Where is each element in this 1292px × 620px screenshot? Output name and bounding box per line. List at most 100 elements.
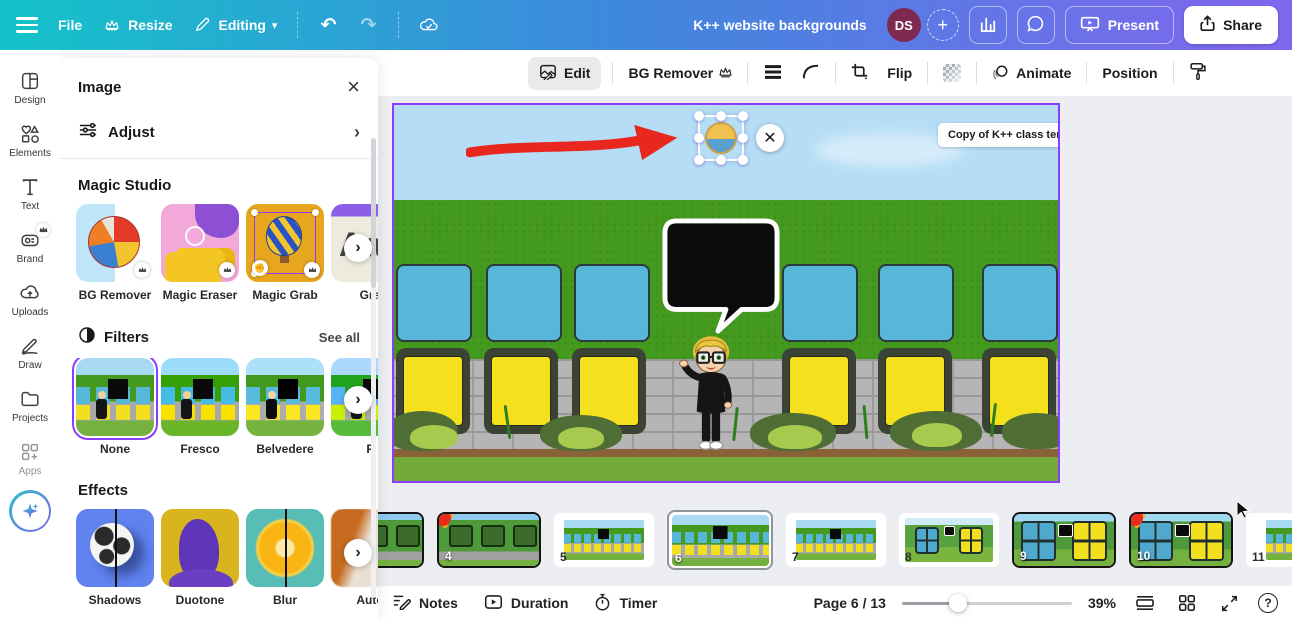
crown-icon [36,223,50,237]
blue-board[interactable] [486,264,562,342]
dither-effect-button[interactable] [939,58,965,88]
page-thumbnail-11[interactable]: 11 [1246,513,1292,567]
blue-board[interactable] [574,264,650,342]
scroll-right-button[interactable]: › [344,234,372,262]
redo-button[interactable]: ↷ [358,15,378,35]
sidebar-item-elements[interactable]: Elements [2,115,58,168]
canvas-page[interactable]: ✕ Copy of K++ class templa [392,103,1060,483]
zoom-level[interactable]: 39% [1088,595,1116,611]
flip-button[interactable]: Flip [883,59,916,87]
blue-board[interactable] [982,264,1058,342]
present-button[interactable]: Present [1064,6,1175,44]
sidebar-item-projects[interactable]: Projects [2,380,58,433]
sidebar-item-uploads[interactable]: Uploads [2,274,58,327]
effect-duotone[interactable]: Duotone [161,509,239,607]
resize-handle[interactable] [694,133,704,143]
notes-button[interactable]: Notes [392,593,458,613]
position-button[interactable]: Position [1098,59,1161,87]
page-thumbnail-6-selected[interactable]: 6 [667,510,773,570]
file-menu[interactable]: File [58,17,82,33]
corner-curve-button[interactable] [798,58,824,89]
share-button[interactable]: Share [1184,6,1278,44]
scroll-right-button[interactable]: › [344,386,372,414]
page-thumbnail-8[interactable]: 8 [899,513,999,567]
cartoon-character[interactable] [672,330,750,462]
divider [927,62,929,84]
zoom-slider[interactable] [901,594,1072,612]
fullscreen-button[interactable] [1216,590,1242,616]
sidebar-item-text[interactable]: Text [2,168,58,221]
document-title[interactable]: K++ website backgrounds [693,17,867,33]
timer-button[interactable]: Timer [594,593,657,614]
border-weight-button[interactable] [759,58,787,89]
adjust-row[interactable]: Adjust › [60,108,378,156]
close-icon[interactable]: × [347,76,360,98]
effect-blur[interactable]: Blur [246,509,324,607]
blue-board[interactable] [782,264,858,342]
docked-view-button[interactable] [1132,590,1158,616]
magic-card-magic-grab[interactable]: ✊ Magic Grab [246,204,324,302]
filters-see-all-link[interactable]: See all [319,330,360,345]
panel-scrollbar[interactable] [371,138,376,598]
page-thumbnail[interactable] [378,512,424,568]
resize-handle[interactable] [738,111,748,121]
filter-none[interactable]: None [72,358,158,456]
divider [747,62,749,84]
resize-handle[interactable] [738,155,748,165]
blue-board[interactable] [878,264,954,342]
page-thumbnail-9[interactable]: 9 [1012,512,1116,568]
sidebar-item-draw[interactable]: Draw [2,327,58,380]
resize-handle[interactable] [716,155,726,165]
crown-icon [304,262,320,278]
copy-style-button[interactable] [1185,56,1211,90]
crop-button[interactable] [847,57,872,89]
zoom-slider-knob[interactable] [949,594,968,612]
page-thumbnail-10[interactable]: 10 [1129,512,1233,568]
selected-image-element[interactable] [694,111,748,165]
scroll-right-button[interactable]: › [344,539,372,567]
resize-handle[interactable] [694,111,704,121]
effect-shadows[interactable]: Shadows [76,509,154,607]
sidebar-item-brand[interactable]: Brand [2,221,58,274]
page-indicator[interactable]: Page 6 / 13 [814,595,886,611]
resize-handle[interactable] [716,111,726,121]
page-thumbnail-7[interactable]: 7 [786,513,886,567]
apps-grid-icon [21,443,39,461]
magic-card-bg-remover[interactable]: BG Remover [76,204,154,302]
bg-remover-button[interactable]: BG Remover [624,59,736,87]
template-name-label[interactable]: Copy of K++ class templa [938,123,1058,147]
page-thumbnail-5[interactable]: 5 [554,513,654,567]
page-thumbnail-4[interactable]: 4 [437,512,541,568]
animate-icon [992,63,1010,84]
menu-icon[interactable] [16,17,38,33]
resize-handle[interactable] [694,155,704,165]
filter-fresco[interactable]: Fresco [161,358,239,456]
help-button[interactable]: ? [1258,593,1278,613]
grid-view-button[interactable] [1174,590,1200,616]
blue-board[interactable] [396,264,472,342]
red-arrow-annotation[interactable] [466,123,691,169]
insights-button[interactable] [968,6,1007,44]
comments-button[interactable] [1016,6,1055,44]
sidebar-item-design[interactable]: Design [2,62,58,115]
speech-bubble[interactable] [661,217,781,334]
deselect-button[interactable]: ✕ [756,124,784,152]
sidebar-item-apps[interactable]: Apps [2,433,58,486]
add-member-button[interactable]: + [926,9,959,41]
undo-button[interactable]: ↶ [318,15,338,35]
divider [1172,62,1174,84]
animate-button[interactable]: Animate [988,57,1075,90]
magic-card-magic-eraser[interactable]: Magic Eraser [161,204,239,302]
magic-assistant-button[interactable] [9,490,51,532]
magic-studio-row: BG Remover Magic Eraser ✊ Magic Grab Aa … [60,204,378,302]
checkerboard-icon [943,64,962,82]
duration-button[interactable]: Duration [484,594,568,613]
edit-image-button[interactable]: Edit [528,56,602,90]
yellow-frame[interactable] [484,348,558,434]
editing-mode-dropdown[interactable]: Editing ▾ [192,15,277,35]
filter-belvedere[interactable]: Belvedere [246,358,324,456]
upload-cloud-icon [20,285,39,299]
resize-menu[interactable]: Resize [102,15,172,35]
avatar[interactable]: DS [886,8,921,42]
resize-handle[interactable] [738,133,748,143]
